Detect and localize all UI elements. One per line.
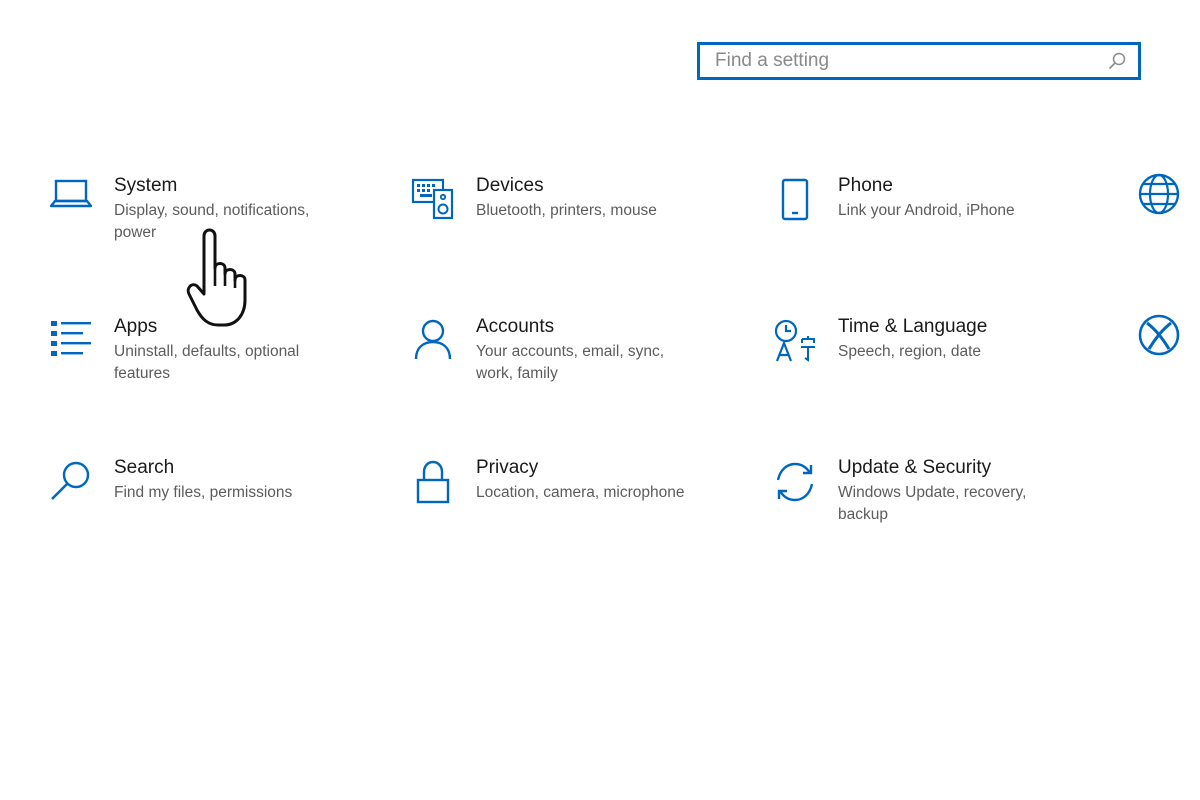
xbox-icon[interactable] bbox=[1137, 313, 1181, 357]
tile-title: Devices bbox=[476, 175, 544, 196]
apps-list-icon bbox=[48, 319, 94, 365]
tile-description: Location, camera, microphone bbox=[476, 484, 685, 501]
laptop-icon bbox=[48, 178, 94, 224]
sync-arrows-icon bbox=[772, 460, 818, 506]
person-icon bbox=[410, 319, 456, 365]
tile-apps[interactable]: Apps Uninstall, defaults, optional featu… bbox=[48, 316, 378, 385]
find-setting-search-box[interactable] bbox=[697, 42, 1141, 80]
tile-description: Display, sound, notifications, power bbox=[114, 202, 310, 241]
tile-title: Phone bbox=[838, 175, 893, 196]
search-icon[interactable] bbox=[1106, 50, 1128, 72]
tile-system[interactable]: System Display, sound, notifications, po… bbox=[48, 175, 378, 244]
tile-title: Update & Security bbox=[838, 457, 992, 478]
time-language-icon bbox=[772, 319, 818, 365]
tile-time-language[interactable]: Time & Language Speech, region, date bbox=[772, 316, 1102, 365]
tile-phone[interactable]: Phone Link your Android, iPhone bbox=[772, 175, 1102, 224]
tile-description: Link your Android, iPhone bbox=[838, 202, 1015, 219]
tile-title: System bbox=[114, 175, 178, 196]
tile-description: Bluetooth, printers, mouse bbox=[476, 202, 657, 219]
globe-icon[interactable] bbox=[1137, 172, 1181, 216]
tile-title: Search bbox=[114, 457, 175, 478]
tile-description: Find my files, permissions bbox=[114, 484, 293, 501]
keyboard-speaker-icon bbox=[410, 178, 456, 224]
tile-update-security[interactable]: Update & Security Windows Update, recove… bbox=[772, 457, 1102, 526]
tile-title: Privacy bbox=[476, 457, 539, 478]
tile-privacy[interactable]: Privacy Location, camera, microphone bbox=[410, 457, 740, 506]
lock-icon bbox=[410, 460, 456, 506]
settings-home: System Display, sound, notifications, po… bbox=[0, 0, 1200, 800]
tile-description: Your accounts, email, sync, work, family bbox=[476, 343, 665, 382]
tile-description: Windows Update, recovery, backup bbox=[838, 484, 1027, 523]
tile-description: Uninstall, defaults, optional features bbox=[114, 343, 300, 382]
phone-icon bbox=[772, 178, 818, 224]
tile-description: Speech, region, date bbox=[838, 343, 982, 360]
tile-accounts[interactable]: Accounts Your accounts, email, sync, wor… bbox=[410, 316, 740, 385]
tile-title: Time & Language bbox=[838, 316, 988, 337]
tile-search[interactable]: Search Find my files, permissions bbox=[48, 457, 378, 506]
magnifier-icon bbox=[48, 460, 94, 506]
tile-title: Accounts bbox=[476, 316, 555, 337]
tile-title: Apps bbox=[114, 316, 158, 337]
search-input[interactable] bbox=[700, 45, 1106, 77]
tile-devices[interactable]: Devices Bluetooth, printers, mouse bbox=[410, 175, 740, 224]
